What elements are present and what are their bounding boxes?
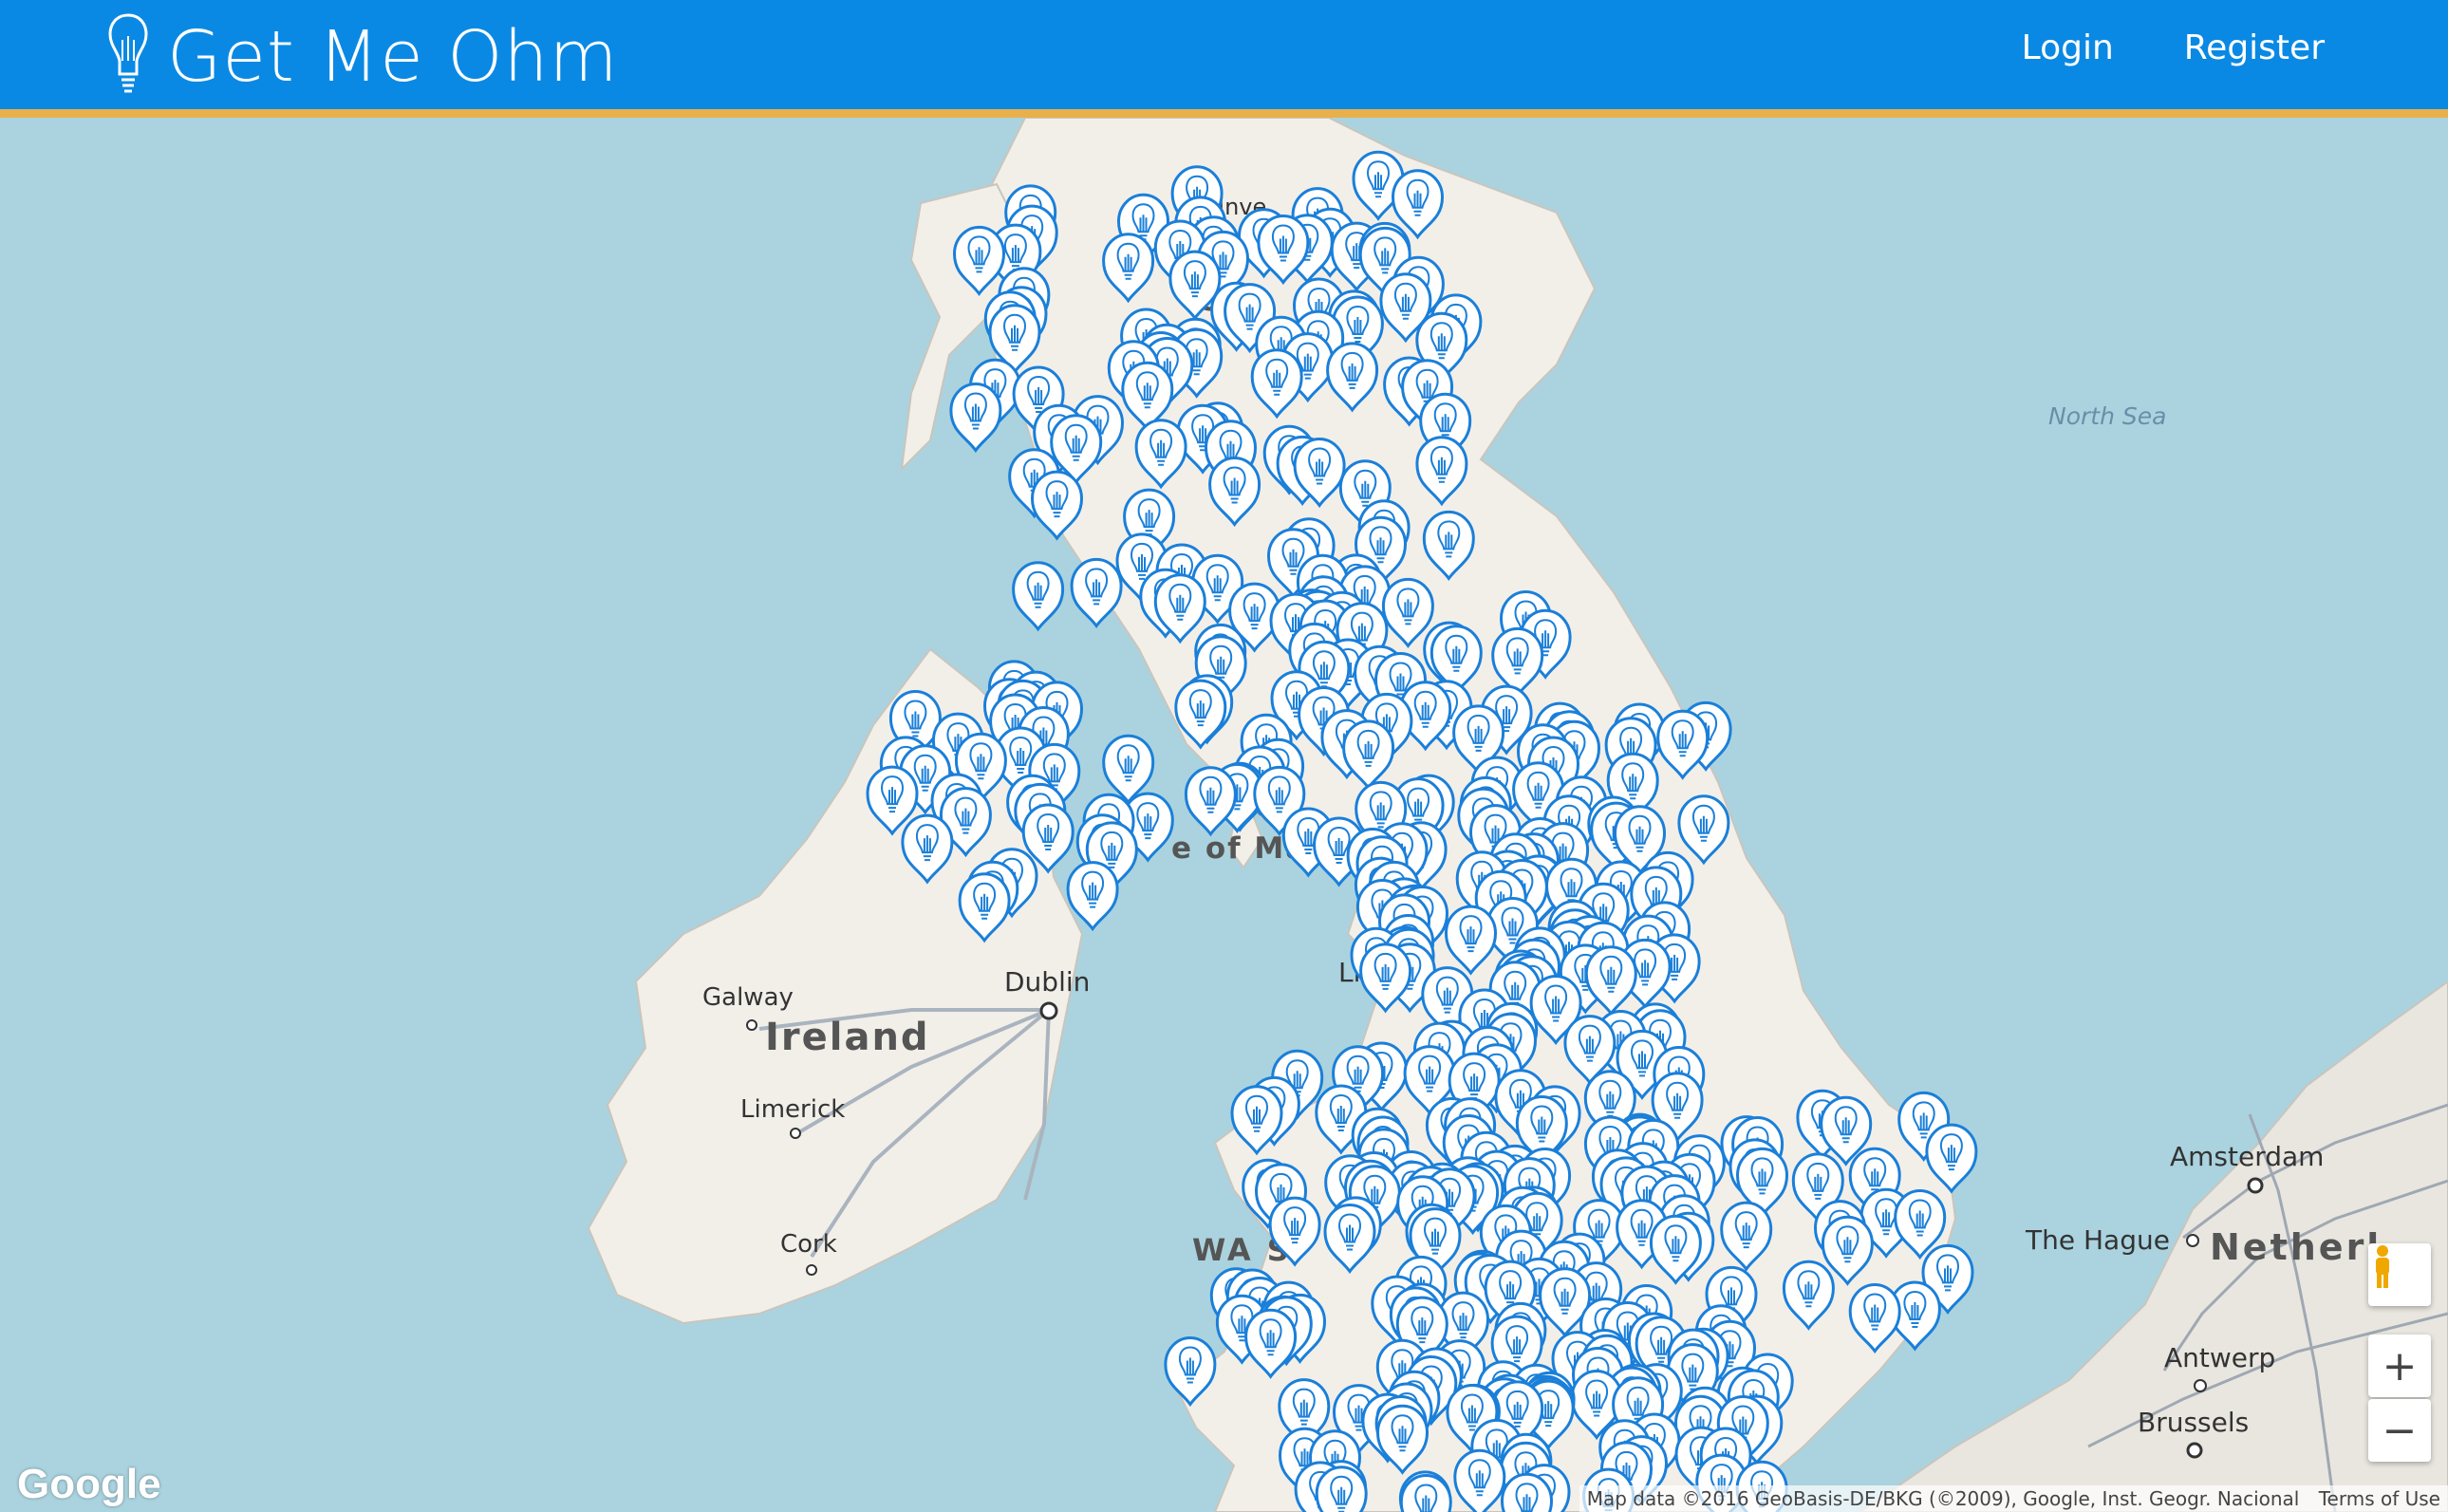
map-canvas[interactable]: North Sea Ireland Dublin Galway Limerick… [0, 118, 2448, 1512]
charger-marker-icon[interactable] [1323, 1203, 1376, 1275]
charger-marker-icon[interactable] [1102, 233, 1155, 304]
login-link[interactable]: Login [2022, 28, 2114, 67]
charger-marker-icon[interactable] [1184, 766, 1237, 837]
charger-marker-icon[interactable] [1070, 557, 1123, 628]
charger-marker-icon[interactable] [1677, 794, 1730, 866]
navbar: Get Me Ohm Login Register [0, 0, 2448, 118]
charger-marker-icon[interactable] [1030, 470, 1084, 541]
charger-marker-icon[interactable] [1315, 1465, 1368, 1512]
charger-marker-icon[interactable] [1415, 436, 1468, 507]
charger-marker-icon[interactable] [1381, 577, 1434, 648]
charger-marker-icon[interactable] [1500, 1472, 1554, 1512]
charger-marker-icon[interactable] [1444, 905, 1498, 976]
register-link[interactable]: Register [2184, 28, 2325, 67]
pegman-icon[interactable] [2368, 1243, 2431, 1306]
charger-marker-icon[interactable] [1174, 679, 1227, 750]
charger-marker-icon[interactable] [1656, 709, 1710, 780]
marker-layer [866, 150, 1978, 1512]
map-attribution: Map data ©2016 GeoBasis-DE/BKG (©2009), … [1579, 1485, 2448, 1512]
charger-marker-icon[interactable] [1326, 342, 1379, 413]
charger-marker-icon[interactable] [1848, 1282, 1901, 1354]
charger-marker-icon[interactable] [1012, 561, 1065, 632]
charger-marker-icon[interactable] [1208, 456, 1261, 528]
charger-marker-icon[interactable] [1134, 419, 1187, 490]
google-logo: Google [17, 1461, 161, 1507]
nav-links: Login Register [2022, 28, 2325, 67]
charger-marker-icon[interactable] [958, 872, 1011, 943]
charger-marker-icon[interactable] [1422, 510, 1475, 581]
charger-marker-icon[interactable] [952, 225, 1006, 296]
charger-marker-icon[interactable] [1164, 1335, 1217, 1408]
charger-marker-icon[interactable] [1268, 1196, 1321, 1267]
charger-marker-icon[interactable] [901, 813, 954, 885]
lightbulb-icon [106, 11, 150, 103]
charger-marker-icon[interactable] [1720, 1201, 1773, 1272]
charger-marker-icon[interactable] [1925, 1123, 1978, 1194]
charger-marker-icon[interactable] [1342, 719, 1395, 791]
charger-marker-icon[interactable] [1375, 1404, 1430, 1475]
attribution-text: Map data ©2016 GeoBasis-DE/BKG (©2009), … [1586, 1487, 2300, 1510]
charger-marker-icon[interactable] [949, 382, 1002, 454]
charger-marker-icon[interactable] [1244, 1308, 1298, 1379]
charger-marker-icon[interactable] [1453, 1448, 1506, 1512]
brand-link[interactable]: Get Me Ohm [106, 9, 619, 104]
brand-title: Get Me Ohm [167, 16, 619, 98]
charger-marker-icon[interactable] [1250, 348, 1303, 420]
zoom-out-button[interactable]: − [2368, 1399, 2431, 1462]
charger-marker-icon[interactable] [1391, 169, 1445, 240]
charger-marker-icon[interactable] [1782, 1260, 1835, 1331]
zoom-in-button[interactable]: + [2368, 1335, 2431, 1397]
charger-marker-icon[interactable] [1491, 626, 1544, 698]
terms-link[interactable]: Terms of Use [2319, 1487, 2440, 1510]
charger-marker-icon[interactable] [1066, 861, 1119, 932]
